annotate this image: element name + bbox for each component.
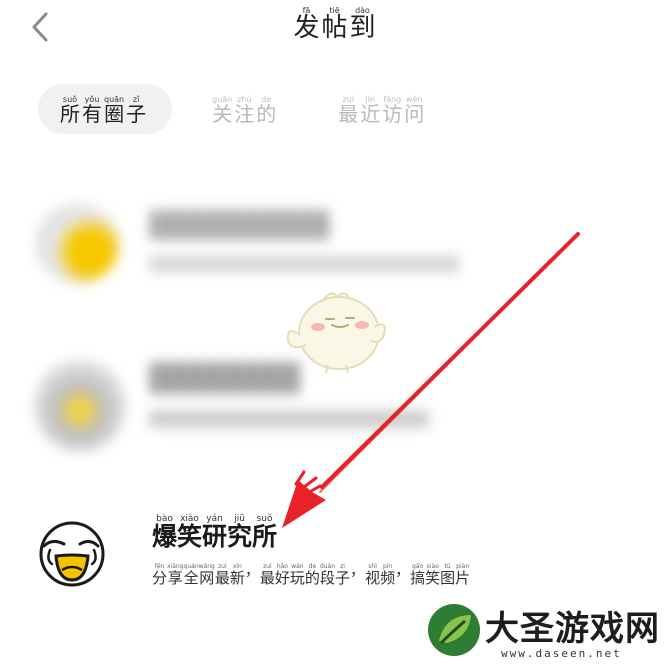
list-item-subtitle <box>150 256 460 272</box>
list-item-title <box>150 362 300 394</box>
list-item[interactable] <box>30 348 480 458</box>
leaf-logo-icon <box>428 604 480 656</box>
community-item-baoxiao[interactable]: bào 爆 xiào 笑 yán 研 jiū 究 suǒ 所 fēn 分 xiǎng 享 qu… <box>30 510 610 605</box>
laughing-face-icon <box>39 521 105 587</box>
list-item-subtitle <box>150 410 430 428</box>
community-name: bào 爆 xiào 笑 yán 研 jiū 究 suǒ 所 <box>152 514 278 551</box>
watermark-url: www.daseen.net <box>501 647 622 660</box>
watermark: 大圣游戏网 www.daseen.net <box>425 597 665 663</box>
mascot-chick-icon <box>286 292 386 374</box>
community-description: fēn 分 xiǎng 享 quán 全 wǎng 网 zuì 最 xīn 新 ， zuì 最… <box>152 561 471 587</box>
list-item-title <box>150 210 330 240</box>
tab-bar: suǒ 所 yǒu 有 quān 圈 zǐ 子 guān 关 zhù 注 de 的 zuì 最 … <box>38 84 424 134</box>
list-item[interactable] <box>30 188 480 298</box>
avatar <box>34 360 126 452</box>
tab-following[interactable]: guān 关 zhù 注 de 的 <box>212 84 276 134</box>
tab-all-circles[interactable]: suǒ 所 yǒu 有 quān 圈 zǐ 子 <box>38 84 173 134</box>
avatar <box>36 204 120 284</box>
watermark-text: 大圣游戏网 <box>485 609 660 649</box>
tab-recently-visited[interactable]: zuì 最 jìn 近 fǎng 访 wèn 问 <box>338 84 424 134</box>
page-title: fā 发 tiē 帖 dào 到 <box>293 6 376 43</box>
